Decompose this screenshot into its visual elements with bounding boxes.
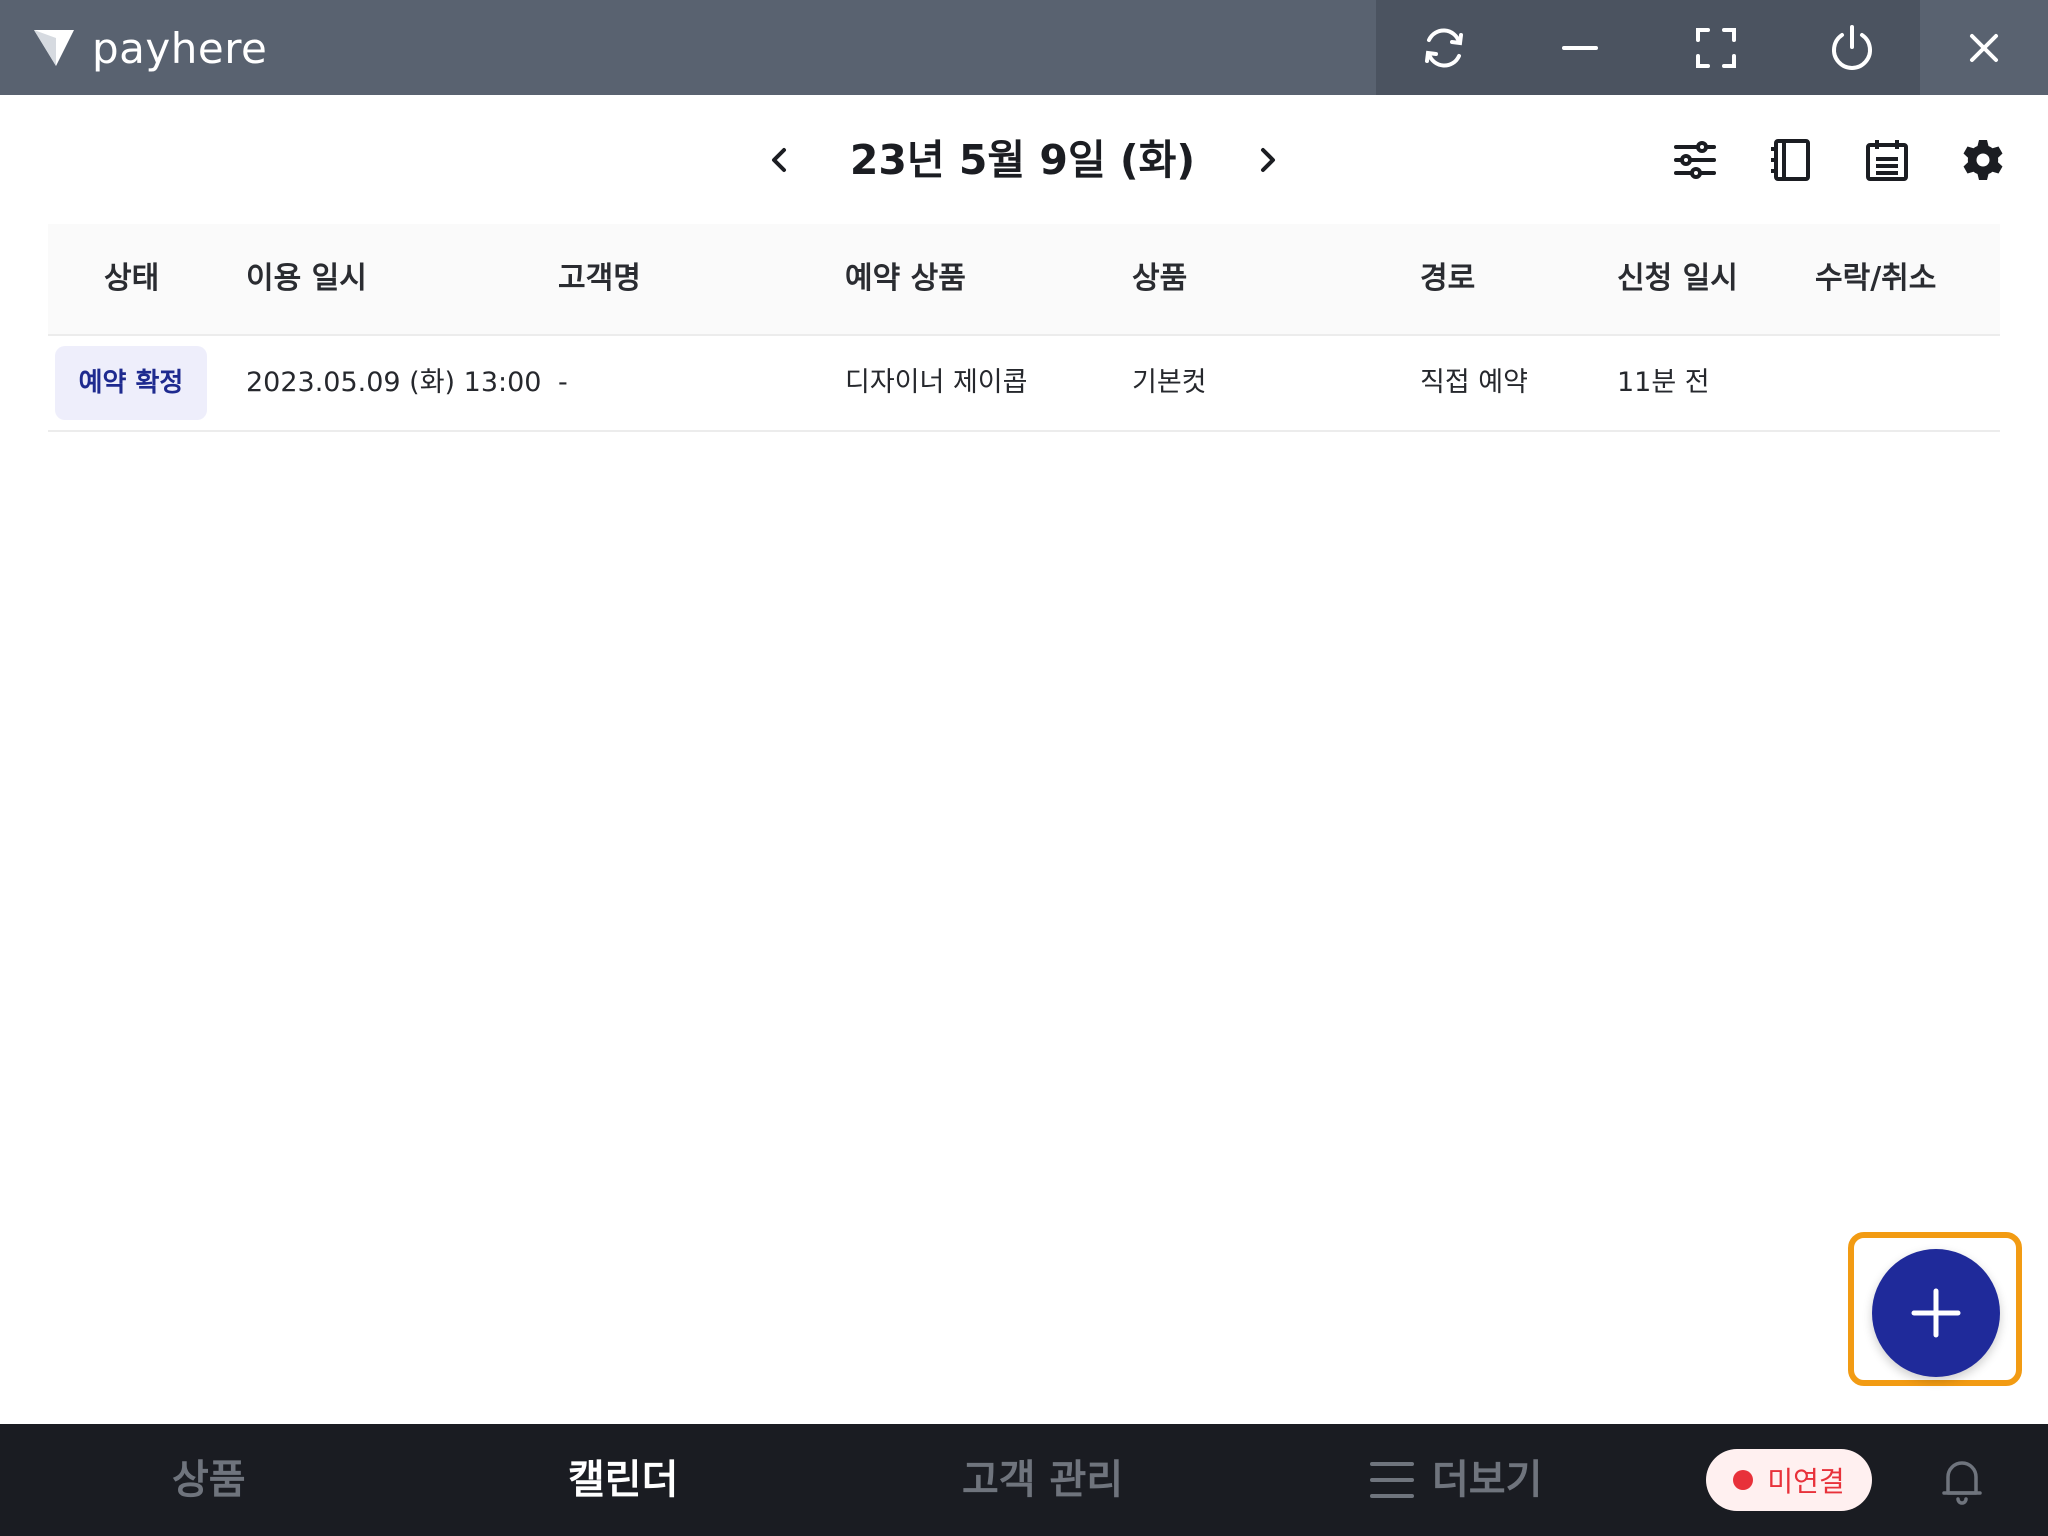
header-product: 상품 xyxy=(1132,261,1188,296)
plus-icon xyxy=(1911,1288,1961,1338)
header-route: 경로 xyxy=(1420,261,1476,296)
nav-more[interactable]: 더보기 xyxy=(1432,1424,1542,1536)
menu-lines-icon xyxy=(1370,1462,1414,1498)
header-accept-cancel: 수락/취소 xyxy=(1815,261,1937,296)
cell-requested: 11분 전 xyxy=(1617,367,1710,398)
connection-status-pill[interactable]: 미연결 xyxy=(1706,1449,1872,1511)
next-date-button[interactable] xyxy=(1238,130,1298,190)
power-button[interactable] xyxy=(1804,0,1900,95)
calendar-list-icon xyxy=(1866,140,1908,181)
header-status: 상태 xyxy=(104,261,160,296)
nav-calendar[interactable]: 캘린더 xyxy=(568,1424,678,1536)
minimize-button[interactable] xyxy=(1532,0,1628,95)
calendar-list-button[interactable] xyxy=(1855,128,1919,192)
payhere-logo-icon xyxy=(34,30,74,66)
filter-button[interactable] xyxy=(1663,128,1727,192)
brand: payhere xyxy=(30,18,267,78)
table-header: 상태 이용 일시 고객명 예약 상품 상품 경로 신청 일시 수락/취소 xyxy=(48,224,2000,336)
cell-use-datetime: 2023.05.09 (화) 13:00 xyxy=(246,367,542,398)
fullscreen-icon xyxy=(1696,27,1736,68)
close-button[interactable] xyxy=(1920,0,2048,95)
status-dot-icon xyxy=(1733,1470,1754,1490)
cell-product: 기본컷 xyxy=(1132,367,1207,398)
window-controls xyxy=(1376,0,1920,95)
add-reservation-button[interactable] xyxy=(1872,1249,2000,1377)
refresh-button[interactable] xyxy=(1396,0,1492,95)
cell-route: 직접 예약 xyxy=(1420,367,1528,398)
reservation-table: 상태 이용 일시 고객명 예약 상품 상품 경로 신청 일시 수락/취소 예약 … xyxy=(48,224,2000,432)
settings-button[interactable] xyxy=(1951,128,2015,192)
status-badge: 예약 확정 xyxy=(55,346,207,420)
nav-products[interactable]: 상품 xyxy=(172,1424,246,1536)
brand-name: payhere xyxy=(92,23,268,73)
power-icon xyxy=(1832,24,1872,70)
chevron-left-icon xyxy=(772,148,786,172)
fullscreen-button[interactable] xyxy=(1668,0,1764,95)
refresh-icon xyxy=(1425,28,1463,67)
notebook-icon xyxy=(1771,139,1810,181)
chevron-right-icon xyxy=(1261,148,1275,172)
header-requested: 신청 일시 xyxy=(1617,261,1738,296)
title-bar: payhere xyxy=(0,0,2048,95)
bell-icon[interactable] xyxy=(1940,1457,1984,1505)
prev-date-button[interactable] xyxy=(749,130,809,190)
settings-gear-icon xyxy=(1963,140,2003,180)
header-use-datetime: 이용 일시 xyxy=(246,261,367,296)
header-customer: 고객명 xyxy=(558,261,641,296)
close-icon xyxy=(1970,33,1998,62)
table-row[interactable]: 예약 확정 2023.05.09 (화) 13:00 - 디자이너 제이콥 기본… xyxy=(48,336,2000,432)
nav-customers[interactable]: 고객 관리 xyxy=(962,1424,1123,1536)
notebook-button[interactable] xyxy=(1759,128,1823,192)
connection-status-text: 미연결 xyxy=(1767,1465,1845,1498)
minimize-icon xyxy=(1562,45,1598,50)
cell-reserved-product: 디자이너 제이콥 xyxy=(845,367,1028,398)
filter-sliders-icon xyxy=(1674,141,1716,179)
date-title[interactable]: 23년 5월 9일 (화) xyxy=(820,128,1225,192)
header-reserved-product: 예약 상품 xyxy=(845,261,966,296)
cell-customer: - xyxy=(558,367,568,398)
